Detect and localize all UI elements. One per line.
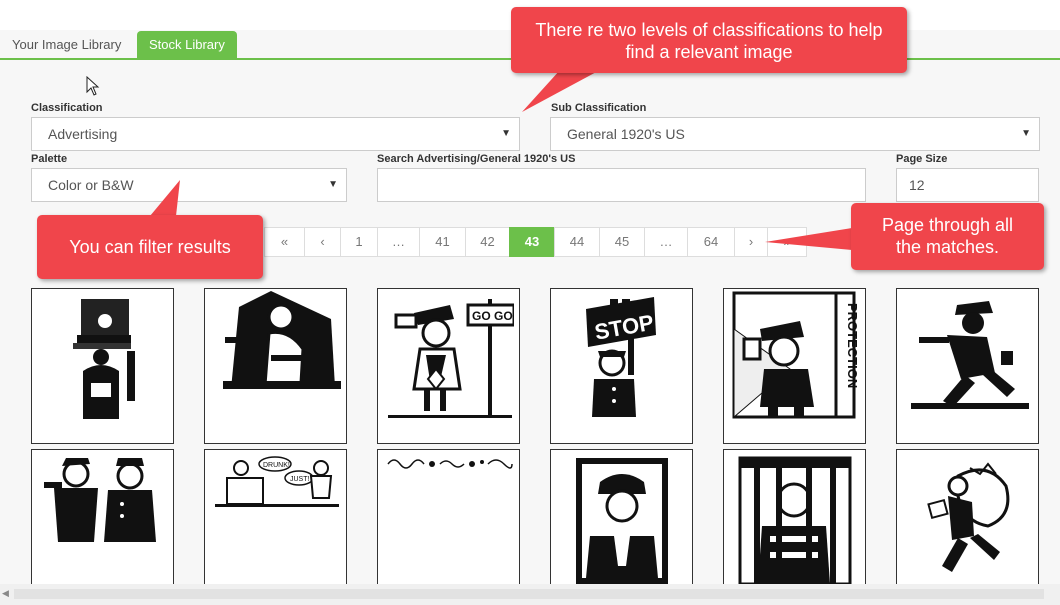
callout-filter: You can filter results [37,215,263,279]
callout-classifications: There re two levels of classifications t… [511,7,907,73]
callout-arrow-classifications [522,70,600,112]
callout-arrow-paging [765,228,852,250]
callout-arrow-filter [150,180,180,216]
callout-paging: Page through all the matches. [851,203,1044,270]
callout-arrows [150,70,852,250]
